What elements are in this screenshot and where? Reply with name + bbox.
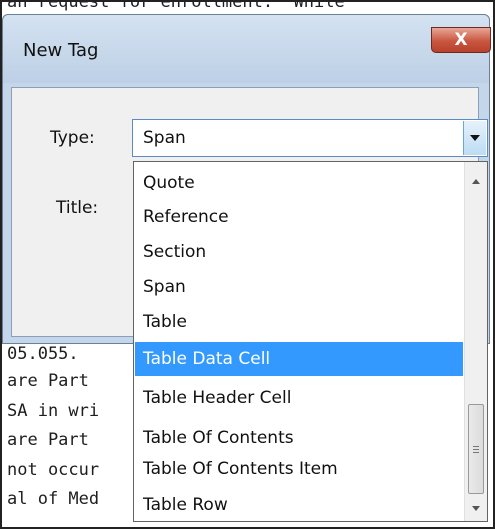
- dropdown-item-table-of-contents-item[interactable]: Table Of Contents Item: [135, 452, 463, 486]
- dropdown-item-span[interactable]: Span: [135, 270, 463, 304]
- dropdown-item-table[interactable]: Table: [135, 305, 463, 339]
- chevron-down-icon: [470, 135, 480, 141]
- dropdown-item-table-data-cell[interactable]: Table Data Cell: [135, 342, 463, 376]
- scroll-down-arrow-icon: [472, 505, 480, 511]
- dropdown-item-quote[interactable]: Quote: [135, 166, 463, 200]
- type-label: Type:: [50, 128, 95, 148]
- combobox-dropdown-button[interactable]: [463, 121, 486, 155]
- dropdown-item-table-header-cell[interactable]: Table Header Cell: [135, 381, 463, 415]
- document-line: an request for enrollment. While: [7, 0, 345, 12]
- grip-line: [473, 449, 479, 450]
- dropdown-scrollbar[interactable]: [464, 162, 487, 521]
- dropdown-item-section[interactable]: Section: [135, 235, 463, 269]
- dropdown-item-table-of-contents[interactable]: Table Of Contents: [135, 421, 463, 455]
- scrollbar-thumb[interactable]: [468, 404, 484, 494]
- type-combobox-value: Span: [143, 128, 186, 148]
- scroll-down-button[interactable]: [465, 497, 487, 519]
- document-line: 05.055.: [7, 344, 79, 364]
- dialog-titlebar[interactable]: New Tag X: [3, 15, 491, 83]
- scroll-up-arrow-icon: [472, 178, 480, 184]
- dropdown-item-table-row[interactable]: Table Row: [135, 488, 463, 521]
- document-line: are Part: [7, 371, 89, 391]
- dropdown-item-reference[interactable]: Reference: [135, 200, 463, 234]
- close-button[interactable]: X: [431, 27, 491, 53]
- grip-line: [473, 452, 479, 453]
- grip-line: [473, 446, 479, 447]
- close-icon: X: [454, 30, 468, 50]
- type-dropdown-list[interactable]: Quote Reference Section Span Table Table…: [133, 161, 488, 522]
- title-label: Title:: [56, 198, 99, 218]
- scroll-up-button[interactable]: [465, 170, 487, 192]
- document-line: are Part: [7, 430, 89, 450]
- document-line: al of Med: [7, 489, 100, 509]
- type-combobox[interactable]: Span: [132, 119, 488, 157]
- document-line: SA in wri: [7, 401, 100, 421]
- dialog-title: New Tag: [23, 40, 99, 61]
- document-line: not occur: [7, 460, 100, 480]
